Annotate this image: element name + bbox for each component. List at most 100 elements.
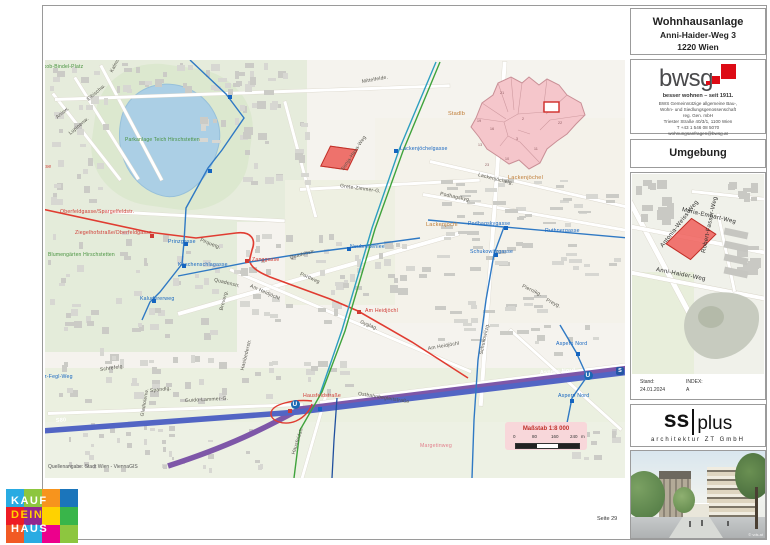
scale-tick: 0 bbox=[513, 434, 516, 439]
building bbox=[463, 323, 472, 326]
building bbox=[144, 263, 148, 266]
project-title: Wohnhausanlage bbox=[631, 16, 765, 28]
map-label: Blumengärten Hirschstetten bbox=[48, 253, 115, 258]
building bbox=[240, 271, 247, 274]
building bbox=[124, 68, 132, 72]
building bbox=[324, 249, 329, 254]
building bbox=[446, 232, 455, 236]
map-label: Neubreitenlee bbox=[350, 245, 385, 250]
transit-stop-marker bbox=[570, 399, 574, 403]
building bbox=[606, 194, 618, 198]
building bbox=[729, 182, 737, 189]
building bbox=[523, 297, 534, 300]
bwsg-address: BWS Gemeinnützige allgemeine Bau-,Wohn- … bbox=[631, 101, 765, 137]
building bbox=[471, 318, 479, 322]
building bbox=[150, 324, 158, 330]
building bbox=[301, 173, 309, 177]
map-label: 22 bbox=[558, 122, 562, 126]
building bbox=[471, 305, 478, 309]
building bbox=[442, 202, 452, 206]
building bbox=[270, 314, 278, 317]
building bbox=[180, 460, 185, 464]
building bbox=[71, 309, 78, 316]
scale-ticks: 080160240m bbox=[505, 434, 587, 440]
building bbox=[77, 265, 83, 272]
building bbox=[286, 235, 293, 243]
building bbox=[136, 67, 140, 73]
building bbox=[243, 132, 251, 139]
project-city: 1220 Wien bbox=[631, 42, 765, 52]
building bbox=[265, 177, 274, 184]
building bbox=[145, 81, 152, 85]
building bbox=[79, 242, 83, 250]
building bbox=[396, 243, 400, 246]
building bbox=[275, 319, 281, 322]
building bbox=[89, 199, 96, 203]
building bbox=[400, 275, 407, 282]
building bbox=[85, 399, 93, 403]
building bbox=[357, 268, 364, 272]
building bbox=[69, 437, 72, 442]
building bbox=[51, 197, 57, 205]
building bbox=[594, 455, 602, 459]
tree bbox=[735, 453, 766, 499]
building bbox=[169, 434, 174, 437]
building bbox=[537, 335, 545, 341]
building bbox=[331, 290, 335, 295]
building bbox=[593, 337, 600, 341]
building bbox=[305, 180, 311, 184]
transit-stop-marker bbox=[228, 95, 232, 99]
map-label: Jakob-Bindel-Platz bbox=[45, 65, 83, 70]
building bbox=[574, 204, 583, 208]
building bbox=[91, 310, 99, 315]
building bbox=[473, 212, 484, 215]
building bbox=[126, 432, 131, 436]
building bbox=[375, 262, 381, 269]
bwsg-tagline: besser wohnen – seit 1911. bbox=[631, 93, 765, 99]
building bbox=[155, 79, 162, 87]
building bbox=[560, 180, 568, 183]
building bbox=[86, 105, 93, 109]
building bbox=[163, 465, 167, 469]
building bbox=[185, 86, 192, 93]
building bbox=[195, 274, 199, 278]
building bbox=[561, 257, 567, 261]
building bbox=[650, 183, 656, 190]
building bbox=[642, 205, 653, 211]
building bbox=[585, 273, 599, 277]
building bbox=[218, 78, 227, 82]
building bbox=[87, 321, 94, 326]
building bbox=[258, 133, 267, 140]
map-label: Schukowitzgasse bbox=[470, 250, 513, 255]
scale-unit: m bbox=[581, 434, 585, 439]
detail-map-box: Maria-Emhart-WegAntonia-Weiss-WegRobert-… bbox=[630, 172, 766, 400]
bwsg-square-medium bbox=[712, 76, 720, 84]
building bbox=[505, 209, 518, 213]
source-note: Quellenangabe: Stadt Wien - ViennaGIS bbox=[48, 464, 138, 470]
building bbox=[522, 243, 533, 247]
building bbox=[390, 285, 398, 293]
index-label: INDEX: bbox=[686, 378, 703, 386]
map-label: 16 bbox=[490, 128, 494, 132]
building bbox=[295, 153, 303, 160]
building bbox=[104, 98, 108, 106]
building bbox=[264, 63, 268, 70]
building bbox=[59, 129, 63, 133]
transit-stop-marker bbox=[288, 409, 292, 413]
building bbox=[53, 234, 57, 240]
building bbox=[74, 321, 82, 328]
building bbox=[262, 234, 271, 239]
building bbox=[105, 361, 112, 365]
building bbox=[495, 261, 508, 265]
map-label: Schukowitzg. bbox=[480, 323, 492, 355]
building bbox=[584, 457, 589, 460]
building bbox=[286, 304, 293, 307]
building bbox=[609, 263, 617, 266]
map-label: Lackenjöchelgasse bbox=[400, 147, 448, 152]
building bbox=[136, 270, 141, 273]
building bbox=[88, 158, 93, 166]
building bbox=[357, 259, 361, 267]
bwsg-square-small bbox=[706, 81, 710, 85]
stand-label: Stand: bbox=[640, 378, 684, 386]
building bbox=[276, 244, 281, 248]
